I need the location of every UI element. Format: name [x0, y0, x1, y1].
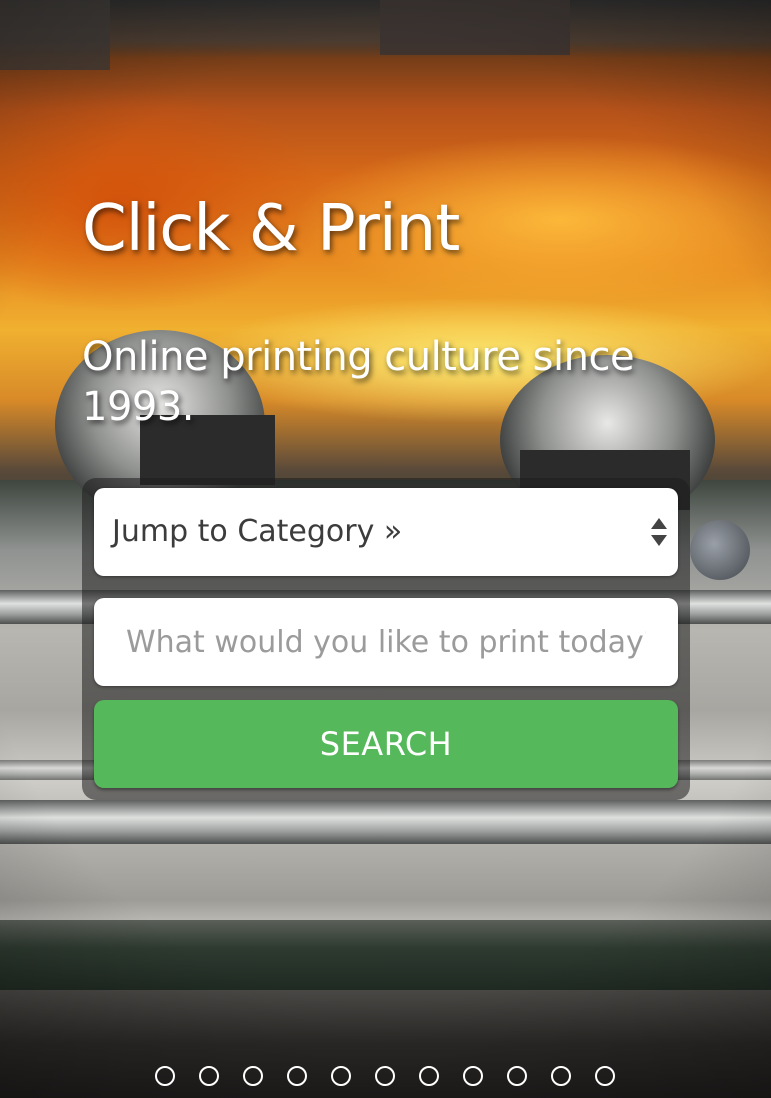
carousel-dot[interactable] [551, 1066, 571, 1086]
hero-banner: Click & Print Online printing culture si… [0, 0, 771, 1098]
carousel-dot[interactable] [375, 1066, 395, 1086]
carousel-dot[interactable] [199, 1066, 219, 1086]
hero-subtitle: Online printing culture since 1993. [82, 334, 635, 430]
carousel-dot[interactable] [243, 1066, 263, 1086]
carousel-dot[interactable] [507, 1066, 527, 1086]
carousel-dot[interactable] [287, 1066, 307, 1086]
category-select-value: Jump to Category » [112, 514, 403, 549]
carousel-dot[interactable] [463, 1066, 483, 1086]
select-updown-icon [651, 518, 667, 546]
category-select[interactable]: Jump to Category » [94, 488, 678, 576]
carousel-dot[interactable] [331, 1066, 351, 1086]
carousel-dot[interactable] [595, 1066, 615, 1086]
hero-title: Click & Print [82, 192, 460, 266]
carousel-pagination [155, 1066, 615, 1088]
carousel-dot[interactable] [419, 1066, 439, 1086]
carousel-dot[interactable] [155, 1066, 175, 1086]
search-button[interactable]: SEARCH [94, 700, 678, 788]
search-input[interactable] [94, 598, 678, 686]
